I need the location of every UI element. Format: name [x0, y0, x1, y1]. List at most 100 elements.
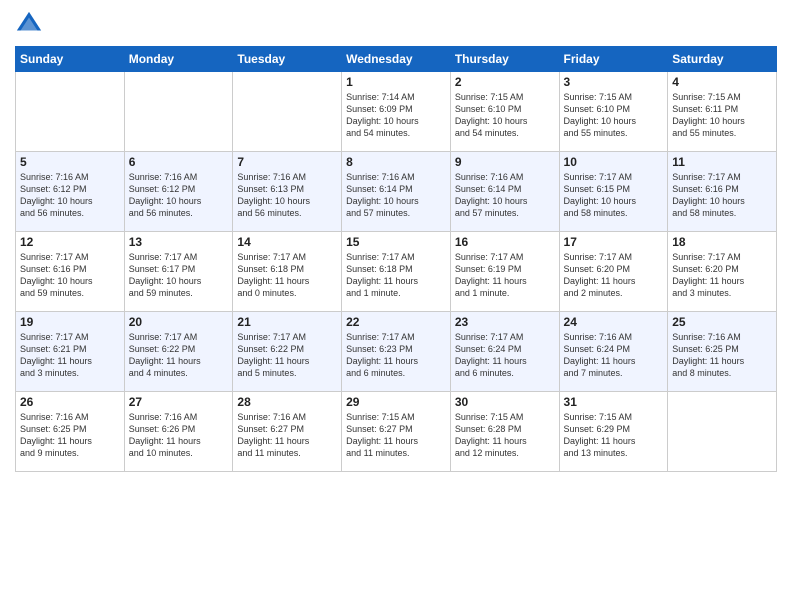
- day-number: 17: [564, 235, 664, 249]
- week-row-3: 12 Sunrise: 7:17 AM Sunset: 6:16 PM Dayli…: [16, 232, 777, 312]
- calendar-cell: 6 Sunrise: 7:16 AM Sunset: 6:12 PM Daylig…: [124, 152, 233, 232]
- calendar-cell: 8 Sunrise: 7:16 AM Sunset: 6:14 PM Daylig…: [342, 152, 451, 232]
- week-row-1: 1 Sunrise: 7:14 AM Sunset: 6:09 PM Daylig…: [16, 72, 777, 152]
- day-info: Sunrise: 7:15 AM Sunset: 6:29 PM Dayligh…: [564, 411, 664, 460]
- day-number: 5: [20, 155, 120, 169]
- page: SundayMondayTuesdayWednesdayThursdayFrid…: [0, 0, 792, 612]
- day-info: Sunrise: 7:16 AM Sunset: 6:27 PM Dayligh…: [237, 411, 337, 460]
- calendar-cell: 4 Sunrise: 7:15 AM Sunset: 6:11 PM Daylig…: [668, 72, 777, 152]
- calendar-cell: 10 Sunrise: 7:17 AM Sunset: 6:15 PM Dayli…: [559, 152, 668, 232]
- day-number: 2: [455, 75, 555, 89]
- weekday-header-thursday: Thursday: [450, 47, 559, 72]
- calendar-cell: 18 Sunrise: 7:17 AM Sunset: 6:20 PM Dayli…: [668, 232, 777, 312]
- calendar-cell: 3 Sunrise: 7:15 AM Sunset: 6:10 PM Daylig…: [559, 72, 668, 152]
- day-info: Sunrise: 7:15 AM Sunset: 6:10 PM Dayligh…: [564, 91, 664, 140]
- logo: [15, 10, 47, 38]
- day-info: Sunrise: 7:17 AM Sunset: 6:22 PM Dayligh…: [129, 331, 229, 380]
- calendar-cell: 19 Sunrise: 7:17 AM Sunset: 6:21 PM Dayli…: [16, 312, 125, 392]
- calendar-cell: 16 Sunrise: 7:17 AM Sunset: 6:19 PM Dayli…: [450, 232, 559, 312]
- day-info: Sunrise: 7:15 AM Sunset: 6:10 PM Dayligh…: [455, 91, 555, 140]
- day-info: Sunrise: 7:17 AM Sunset: 6:18 PM Dayligh…: [346, 251, 446, 300]
- day-number: 16: [455, 235, 555, 249]
- day-info: Sunrise: 7:17 AM Sunset: 6:21 PM Dayligh…: [20, 331, 120, 380]
- day-info: Sunrise: 7:17 AM Sunset: 6:20 PM Dayligh…: [672, 251, 772, 300]
- calendar-cell: 29 Sunrise: 7:15 AM Sunset: 6:27 PM Dayli…: [342, 392, 451, 472]
- calendar-cell: 24 Sunrise: 7:16 AM Sunset: 6:24 PM Dayli…: [559, 312, 668, 392]
- calendar-cell: 13 Sunrise: 7:17 AM Sunset: 6:17 PM Dayli…: [124, 232, 233, 312]
- day-info: Sunrise: 7:16 AM Sunset: 6:12 PM Dayligh…: [129, 171, 229, 220]
- calendar-cell: 5 Sunrise: 7:16 AM Sunset: 6:12 PM Daylig…: [16, 152, 125, 232]
- day-info: Sunrise: 7:17 AM Sunset: 6:16 PM Dayligh…: [672, 171, 772, 220]
- day-number: 1: [346, 75, 446, 89]
- day-number: 29: [346, 395, 446, 409]
- day-info: Sunrise: 7:17 AM Sunset: 6:23 PM Dayligh…: [346, 331, 446, 380]
- day-number: 4: [672, 75, 772, 89]
- week-row-2: 5 Sunrise: 7:16 AM Sunset: 6:12 PM Daylig…: [16, 152, 777, 232]
- day-number: 14: [237, 235, 337, 249]
- calendar-cell: 23Sunrise: 7:17 AM Sunset: 6:24 PM Dayli…: [450, 312, 559, 392]
- day-info: Sunrise: 7:17 AM Sunset: 6:17 PM Dayligh…: [129, 251, 229, 300]
- day-number: 30: [455, 395, 555, 409]
- calendar-cell: [16, 72, 125, 152]
- calendar-cell: 11 Sunrise: 7:17 AM Sunset: 6:16 PM Dayli…: [668, 152, 777, 232]
- day-info: Sunrise: 7:15 AM Sunset: 6:27 PM Dayligh…: [346, 411, 446, 460]
- calendar-cell: 28 Sunrise: 7:16 AM Sunset: 6:27 PM Dayli…: [233, 392, 342, 472]
- day-info: Sunrise: 7:17 AM Sunset: 6:15 PM Dayligh…: [564, 171, 664, 220]
- day-number: 31: [564, 395, 664, 409]
- weekday-header-row: SundayMondayTuesdayWednesdayThursdayFrid…: [16, 47, 777, 72]
- weekday-header-tuesday: Tuesday: [233, 47, 342, 72]
- day-number: 11: [672, 155, 772, 169]
- day-info: Sunrise: 7:15 AM Sunset: 6:11 PM Dayligh…: [672, 91, 772, 140]
- calendar-cell: 25 Sunrise: 7:16 AM Sunset: 6:25 PM Dayli…: [668, 312, 777, 392]
- day-number: 7: [237, 155, 337, 169]
- day-info: Sunrise: 7:16 AM Sunset: 6:24 PM Dayligh…: [564, 331, 664, 380]
- day-number: 24: [564, 315, 664, 329]
- weekday-header-wednesday: Wednesday: [342, 47, 451, 72]
- calendar-table: SundayMondayTuesdayWednesdayThursdayFrid…: [15, 46, 777, 472]
- day-number: 3: [564, 75, 664, 89]
- day-number: 10: [564, 155, 664, 169]
- day-info: Sunrise: 7:17 AM Sunset: 6:22 PM Dayligh…: [237, 331, 337, 380]
- day-info: Sunrise: 7:17 AM Sunset: 6:18 PM Dayligh…: [237, 251, 337, 300]
- day-number: 18: [672, 235, 772, 249]
- weekday-header-friday: Friday: [559, 47, 668, 72]
- day-info: Sunrise: 7:14 AM Sunset: 6:09 PM Dayligh…: [346, 91, 446, 140]
- calendar-cell: 21Sunrise: 7:17 AM Sunset: 6:22 PM Dayli…: [233, 312, 342, 392]
- day-info: Sunrise: 7:16 AM Sunset: 6:14 PM Dayligh…: [346, 171, 446, 220]
- day-info: Sunrise: 7:16 AM Sunset: 6:25 PM Dayligh…: [672, 331, 772, 380]
- calendar-cell: 9Sunrise: 7:16 AM Sunset: 6:14 PM Daylig…: [450, 152, 559, 232]
- weekday-header-saturday: Saturday: [668, 47, 777, 72]
- calendar-cell: [233, 72, 342, 152]
- day-number: 28: [237, 395, 337, 409]
- calendar-cell: 12 Sunrise: 7:17 AM Sunset: 6:16 PM Dayli…: [16, 232, 125, 312]
- day-info: Sunrise: 7:17 AM Sunset: 6:16 PM Dayligh…: [20, 251, 120, 300]
- day-info: Sunrise: 7:17 AM Sunset: 6:24 PM Dayligh…: [455, 331, 555, 380]
- weekday-header-monday: Monday: [124, 47, 233, 72]
- day-info: Sunrise: 7:17 AM Sunset: 6:20 PM Dayligh…: [564, 251, 664, 300]
- calendar-cell: 20Sunrise: 7:17 AM Sunset: 6:22 PM Dayli…: [124, 312, 233, 392]
- calendar-cell: [668, 392, 777, 472]
- day-info: Sunrise: 7:16 AM Sunset: 6:12 PM Dayligh…: [20, 171, 120, 220]
- calendar-cell: 14 Sunrise: 7:17 AM Sunset: 6:18 PM Dayli…: [233, 232, 342, 312]
- calendar-cell: 31 Sunrise: 7:15 AM Sunset: 6:29 PM Dayli…: [559, 392, 668, 472]
- day-info: Sunrise: 7:16 AM Sunset: 6:26 PM Dayligh…: [129, 411, 229, 460]
- day-number: 12: [20, 235, 120, 249]
- weekday-header-sunday: Sunday: [16, 47, 125, 72]
- day-info: Sunrise: 7:17 AM Sunset: 6:19 PM Dayligh…: [455, 251, 555, 300]
- header: [15, 10, 777, 38]
- day-number: 27: [129, 395, 229, 409]
- calendar-cell: 15Sunrise: 7:17 AM Sunset: 6:18 PM Dayli…: [342, 232, 451, 312]
- day-info: Sunrise: 7:16 AM Sunset: 6:25 PM Dayligh…: [20, 411, 120, 460]
- day-info: Sunrise: 7:15 AM Sunset: 6:28 PM Dayligh…: [455, 411, 555, 460]
- calendar-cell: 1 Sunrise: 7:14 AM Sunset: 6:09 PM Daylig…: [342, 72, 451, 152]
- calendar-cell: 17 Sunrise: 7:17 AM Sunset: 6:20 PM Dayli…: [559, 232, 668, 312]
- calendar-cell: 30 Sunrise: 7:15 AM Sunset: 6:28 PM Dayli…: [450, 392, 559, 472]
- day-info: Sunrise: 7:16 AM Sunset: 6:14 PM Dayligh…: [455, 171, 555, 220]
- day-info: Sunrise: 7:16 AM Sunset: 6:13 PM Dayligh…: [237, 171, 337, 220]
- day-number: 6: [129, 155, 229, 169]
- day-number: 8: [346, 155, 446, 169]
- day-number: 25: [672, 315, 772, 329]
- day-number: 13: [129, 235, 229, 249]
- day-number: 19: [20, 315, 120, 329]
- day-number: 22: [346, 315, 446, 329]
